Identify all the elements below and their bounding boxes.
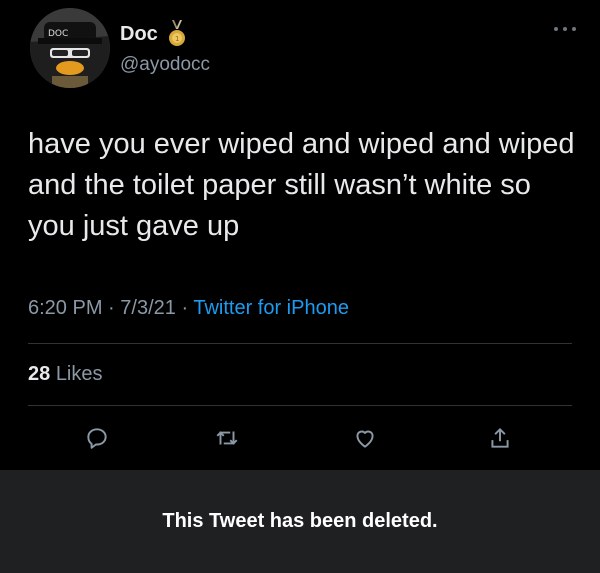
name-row: Doc 1 — [120, 20, 188, 48]
like-button[interactable] — [349, 422, 381, 454]
deleted-notice-bar: This Tweet has been deleted. — [0, 470, 600, 573]
tweet-date[interactable]: 7/3/21 — [120, 297, 176, 319]
tweet-card: DOC Doc 1 @ayodocc have you ever wiped a… — [0, 0, 600, 470]
svg-text:1: 1 — [175, 35, 179, 43]
display-name[interactable]: Doc — [120, 23, 158, 46]
meta-separator: · — [181, 297, 189, 319]
avatar[interactable]: DOC — [30, 8, 110, 88]
tweet-meta: 6:20 PM · 7/3/21 · Twitter for iPhone — [28, 297, 349, 320]
retweet-icon — [216, 431, 238, 445]
likes-stat[interactable]: 28 Likes — [28, 363, 103, 386]
reply-button[interactable] — [81, 422, 113, 454]
meta-separator: · — [108, 297, 115, 319]
like-icon — [356, 430, 374, 448]
divider — [28, 405, 572, 406]
reply-icon — [87, 428, 107, 449]
retweet-button[interactable] — [211, 422, 243, 454]
tweet-time[interactable]: 6:20 PM — [28, 297, 102, 319]
gold-medal-icon: 1 — [166, 20, 188, 48]
more-options-icon[interactable] — [550, 22, 580, 36]
user-handle[interactable]: @ayodocc — [120, 54, 210, 76]
tweet-source-link[interactable]: Twitter for iPhone — [193, 297, 349, 319]
tweet-text: have you ever wiped and wiped and wiped … — [28, 128, 575, 242]
share-icon — [491, 427, 509, 448]
likes-label: Likes — [55, 363, 103, 385]
avatar-cartoon-character-icon: DOC — [30, 8, 110, 88]
deleted-notice-text: This Tweet has been deleted. — [162, 510, 438, 532]
share-button[interactable] — [484, 422, 516, 454]
likes-count: 28 — [28, 363, 51, 385]
divider — [28, 343, 572, 344]
svg-text:DOC: DOC — [48, 29, 68, 39]
